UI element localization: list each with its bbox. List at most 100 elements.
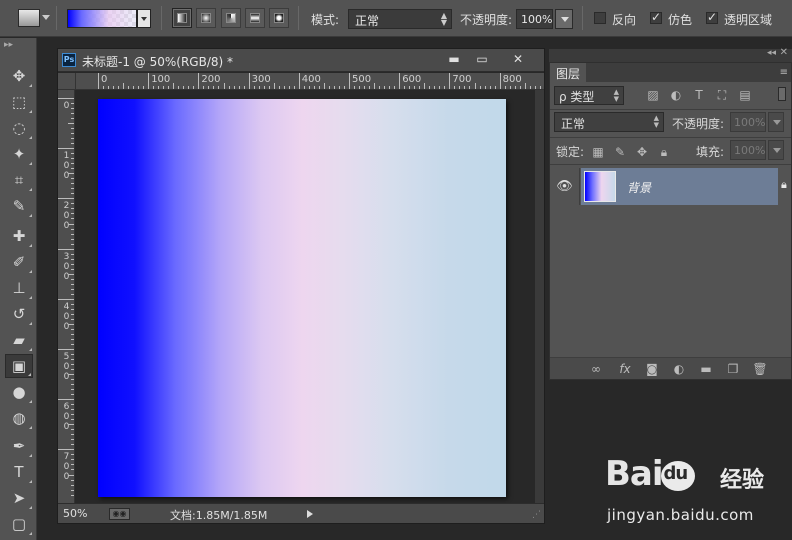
pen-tool[interactable]: ✒ (5, 434, 33, 458)
path-selection-tool[interactable]: ➤ (5, 486, 33, 510)
chevron-down-icon[interactable] (42, 15, 50, 20)
ruler-minor-tick (178, 86, 180, 89)
healing-tool[interactable]: ✚ (5, 224, 33, 248)
shape-filter-icon[interactable]: ⛶ (714, 87, 730, 103)
reflected-gradient-button[interactable] (245, 8, 265, 28)
layer-row-background[interactable]: 👁︎ 背景 🔒︎ (550, 168, 791, 205)
paw-icon (660, 460, 695, 491)
lasso-tool[interactable]: ◌ (5, 116, 33, 140)
layer-thumbnail[interactable] (584, 171, 616, 202)
angle-gradient-button[interactable] (221, 8, 241, 28)
layer-style-icon[interactable]: fx (616, 361, 634, 377)
ruler-minor-tick (203, 86, 205, 89)
eyedropper-tool[interactable]: ✎ (5, 194, 33, 218)
new-layer-icon[interactable]: ❐ (724, 361, 742, 377)
adjustment-layer-icon[interactable]: ◐ (670, 361, 688, 377)
ruler-minor-tick (71, 359, 74, 361)
smart-object-filter-icon[interactable]: ▤ (737, 87, 753, 103)
shape-tool[interactable]: ▢ (5, 512, 33, 536)
diamond-gradient-button[interactable] (269, 8, 289, 28)
magic-wand-tool[interactable]: ✦ (5, 142, 33, 166)
ruler-tick (58, 148, 74, 150)
ruler-minor-tick (71, 484, 74, 486)
radial-gradient-button[interactable] (196, 8, 216, 28)
type-tool[interactable]: T (5, 460, 33, 484)
fill-input[interactable]: 100% (730, 140, 766, 160)
ruler-minor-tick (489, 86, 491, 89)
panel-menu-icon[interactable]: ≡ (780, 67, 788, 78)
ruler-minor-tick (71, 293, 74, 295)
lock-transparent-icon[interactable]: ▦ (590, 144, 606, 160)
zoom-level[interactable]: 50% (63, 507, 87, 520)
maximize-button[interactable]: ▭ (466, 49, 498, 69)
blend-mode-select[interactable]: 正常 ▲ ▼ (554, 112, 664, 132)
move-tool[interactable]: ✥ (5, 64, 33, 88)
brush-tool[interactable]: ✐ (5, 250, 33, 274)
filter-toggle[interactable] (778, 87, 786, 101)
lock-image-icon[interactable]: ✎ (612, 144, 628, 160)
opacity-input[interactable]: 100% (516, 9, 553, 29)
eraser-tool[interactable]: ▰ (5, 328, 33, 352)
transparency-checkbox[interactable] (706, 10, 718, 24)
vertical-scrollbar[interactable] (535, 90, 544, 503)
reflected-gradient-icon (250, 13, 260, 23)
marquee-tool[interactable]: ⬚ (5, 90, 33, 114)
layer-filter-select[interactable]: ρ 类型 ▲ ▼ (554, 86, 624, 105)
link-layers-icon[interactable]: ∞ (587, 361, 605, 377)
dither-checkbox[interactable] (650, 10, 662, 24)
gradient-picker-dropdown[interactable] (137, 9, 151, 28)
ruler-minor-tick (71, 153, 74, 155)
delete-layer-icon[interactable]: 🗑︎ (751, 361, 769, 377)
type-filter-icon[interactable]: T (691, 87, 707, 103)
close-panel-icon[interactable]: ✕ (780, 47, 788, 58)
document-tab[interactable]: Ps 未标题-1 @ 50%(RGB/8) * ▬ ▭ ✕ (58, 49, 544, 72)
add-mask-icon[interactable]: ◙ (643, 361, 661, 377)
lock-all-icon[interactable]: 🔒︎ (656, 144, 672, 160)
tab-layers[interactable]: 图层 (550, 63, 586, 82)
baidu-url: jingyan.baidu.com (607, 506, 754, 524)
canvas-area[interactable] (76, 91, 544, 502)
layer-name[interactable]: 背景 (627, 179, 651, 196)
status-menu-arrow-icon[interactable] (307, 510, 313, 518)
vertical-ruler[interactable]: 0 100 200 300 400 500 600 700 (58, 90, 75, 503)
ruler-minor-tick (71, 218, 74, 220)
layer-opacity-input[interactable]: 100% (730, 112, 766, 132)
gradient-editor-preview[interactable] (67, 9, 137, 28)
separator (161, 6, 162, 30)
ruler-tick (349, 73, 350, 89)
adjustment-filter-icon[interactable]: ◐ (668, 87, 684, 103)
ruler-origin[interactable] (58, 73, 76, 90)
new-group-icon[interactable]: ▬ (697, 361, 715, 377)
ruler-minor-tick (359, 86, 361, 89)
mode-select[interactable]: 正常 ▲ ▼ (348, 9, 452, 29)
fill-slider-button[interactable] (768, 140, 784, 160)
crop-tool[interactable]: ⌗ (5, 168, 33, 192)
pixel-filter-icon[interactable]: ▨ (645, 87, 661, 103)
reverse-checkbox[interactable] (594, 12, 606, 24)
close-button[interactable]: ✕ (498, 49, 538, 69)
ruler-minor-tick (328, 86, 330, 89)
collapse-panels-icon[interactable]: ◂◂ (767, 48, 776, 58)
opacity-slider-button[interactable] (555, 9, 573, 29)
baidu-brand-right: 经验 (720, 468, 765, 493)
layer-visibility-toggle[interactable]: 👁︎ (550, 168, 580, 205)
ruler-minor-tick (519, 86, 521, 89)
tool-preset-picker[interactable] (18, 9, 40, 27)
linear-gradient-button[interactable] (172, 8, 192, 28)
ruler-minor-tick (71, 163, 74, 165)
layer-main[interactable]: 背景 🔒︎ (581, 168, 787, 205)
dodge-tool[interactable]: ◍ (5, 406, 33, 430)
resize-grip-icon[interactable]: ⋰ (532, 510, 541, 520)
layer-opacity-slider-button[interactable] (768, 112, 784, 132)
status-preview-icon[interactable]: ◉◉ (109, 508, 130, 520)
blur-tool[interactable]: ● (5, 380, 33, 404)
history-brush-tool[interactable]: ↺ (5, 302, 33, 326)
panel-collapse-icon[interactable]: ▸▸ (4, 40, 13, 50)
gradient-canvas[interactable] (98, 99, 506, 497)
ruler-minor-tick (71, 308, 74, 310)
gradient-tool[interactable]: ▣ (5, 354, 33, 378)
clone-stamp-tool[interactable]: ⊥ (5, 276, 33, 300)
lock-position-icon[interactable]: ✥ (634, 144, 650, 160)
horizontal-ruler[interactable]: 0 100 200 300 400 500 600 700 800 (76, 73, 544, 90)
baidu-logo: Bai (605, 454, 695, 494)
